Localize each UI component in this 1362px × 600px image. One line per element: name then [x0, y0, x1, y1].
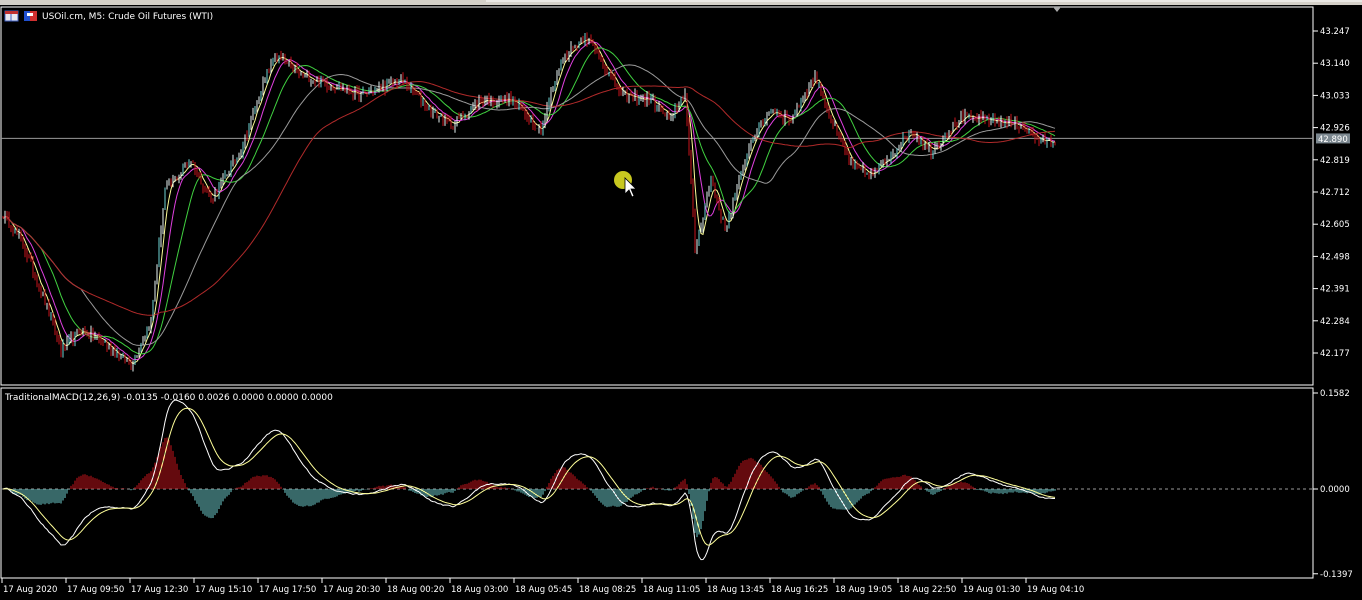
- time-tick-label: 17 Aug 09:50: [67, 585, 124, 595]
- macd-pane-border: [0, 387, 1314, 579]
- price-pane-border: [0, 6, 1314, 386]
- price-tick-label: 42.391: [1320, 285, 1350, 295]
- price-tick-label: 43.247: [1320, 27, 1350, 37]
- macd-label: TraditionalMACD(12,26,9) -0.0135 -0.0160…: [4, 393, 333, 403]
- time-tick-label: 18 Aug 19:05: [835, 585, 892, 595]
- chart-title: USOil.cm, M5: Crude Oil Futures (WTI): [42, 12, 213, 22]
- price-tick-label: 42.498: [1320, 252, 1350, 262]
- time-tick-label: 18 Aug 22:50: [899, 585, 956, 595]
- time-tick-label: 19 Aug 01:30: [963, 585, 1020, 595]
- macd-tick-label: -0.1397: [1320, 570, 1353, 580]
- price-tick-label: 42.926: [1320, 124, 1350, 134]
- time-tick-label: 18 Aug 05:45: [515, 585, 572, 595]
- time-tick-label: 18 Aug 11:05: [643, 585, 700, 595]
- time-tick-label: 17 Aug 20:30: [323, 585, 380, 595]
- time-tick-label: 17 Aug 15:10: [195, 585, 252, 595]
- price-tick-label: 42.819: [1320, 156, 1350, 166]
- price-tick-label: 42.177: [1320, 349, 1350, 359]
- macd-tick-label: 0.1582: [1320, 389, 1350, 399]
- price-tick-label: 42.712: [1320, 188, 1350, 198]
- price-tick-label: 42.284: [1320, 317, 1350, 327]
- current-price-label: 42.890: [1318, 135, 1348, 145]
- price-tick-label: 43.033: [1320, 91, 1350, 101]
- time-tick-label: 17 Aug 17:50: [259, 585, 316, 595]
- price-tick-label: 42.605: [1320, 220, 1350, 230]
- price-pane[interactable]: 43.247 43.140 43.033 42.926 42.819 42.712 42.6…: [0, 6, 1350, 386]
- time-tick-label: 17 Aug 2020: [3, 585, 57, 595]
- symbol-icon: [24, 11, 37, 21]
- price-tick-label: 43.140: [1320, 59, 1350, 69]
- time-tick-label: 18 Aug 03:00: [451, 585, 508, 595]
- macd-axis: 0.1582 0.0000 -0.1397: [1313, 389, 1353, 580]
- time-tick-label: 17 Aug 12:30: [131, 585, 188, 595]
- macd-tick-label: 0.0000: [1320, 485, 1350, 495]
- time-tick-label: 18 Aug 13:45: [707, 585, 764, 595]
- chart-window-icon: [4, 10, 19, 22]
- price-axis: 43.247 43.140 43.033 42.926 42.819 42.712 42.6…: [1313, 27, 1350, 359]
- chart-canvas[interactable]: 43.247 43.140 43.033 42.926 42.819 42.712 42.6…: [0, 0, 1362, 600]
- macd-pane[interactable]: TraditionalMACD(12,26,9) -0.0135 -0.0160…: [0, 387, 1353, 580]
- time-tick-label: 18 Aug 16:25: [771, 585, 828, 595]
- chart-title-bar: USOil.cm, M5: Crude Oil Futures (WTI): [4, 10, 213, 22]
- time-tick-label: 18 Aug 00:20: [387, 585, 444, 595]
- time-tick-label: 18 Aug 08:25: [579, 585, 636, 595]
- time-axis: 17 Aug 2020 17 Aug 09:50 17 Aug 12:30 17 Au…: [1, 578, 1084, 595]
- time-tick-label: 19 Aug 04:10: [1027, 585, 1084, 595]
